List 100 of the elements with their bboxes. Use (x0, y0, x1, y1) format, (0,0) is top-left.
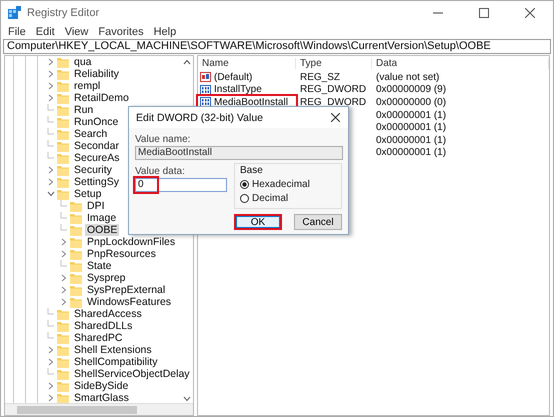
tree-item[interactable]: rempl (72, 80, 102, 92)
expand-icon[interactable] (48, 394, 54, 402)
value-name[interactable]: InstallType (214, 84, 262, 96)
folder-icon (57, 356, 69, 368)
tree-item[interactable]: SettingSy (72, 176, 121, 188)
tree-item[interactable]: Run (72, 104, 96, 116)
dialog-button[interactable]: OK (234, 214, 282, 230)
maximize-icon[interactable] (479, 8, 489, 18)
tree-item[interactable]: RunOnce (72, 116, 120, 128)
radio-button[interactable] (240, 194, 249, 203)
tree-item[interactable]: Shell Extensions (72, 344, 154, 356)
menu-item[interactable]: Edit (30, 26, 60, 38)
expand-icon[interactable] (48, 166, 54, 174)
folder-icon (57, 140, 69, 152)
folder-icon (57, 128, 69, 140)
menu-item[interactable]: Help (148, 26, 182, 38)
tree-item[interactable]: DPI (85, 200, 107, 212)
expand-icon[interactable] (48, 82, 54, 90)
tree-item[interactable]: PnpResources (85, 248, 158, 260)
tree-item[interactable]: SharedPC (72, 332, 124, 344)
menu-item[interactable]: Favorites (93, 26, 149, 38)
dialog-title: Edit DWORD (32-bit) Value (136, 112, 264, 124)
folder-icon (57, 68, 69, 80)
folder-icon (57, 92, 69, 104)
tree-item[interactable]: Setup (72, 188, 104, 200)
tree-item[interactable]: OOBE (85, 224, 120, 236)
expand-icon[interactable] (48, 94, 54, 102)
expand-icon[interactable] (61, 274, 67, 282)
expand-icon[interactable] (48, 382, 54, 390)
dialog-button[interactable]: Cancel (294, 214, 342, 230)
tree-item[interactable]: SideBySide (72, 380, 130, 392)
radio-option[interactable]: Hexadecimal (240, 179, 336, 190)
tree-item[interactable]: SecureAs (72, 152, 122, 164)
column-header[interactable]: Data (372, 58, 549, 68)
folder-icon (70, 236, 82, 248)
collapse-icon[interactable] (47, 191, 55, 197)
tree-item[interactable]: SysPrepExternal (85, 284, 168, 296)
tree-item[interactable]: PnpLockdownFiles (85, 236, 178, 248)
value-type: REG_SZ (299, 72, 342, 83)
folder-icon (57, 188, 69, 200)
column-header[interactable]: Name (198, 58, 296, 68)
close-icon[interactable] (331, 113, 340, 122)
expand-icon[interactable] (48, 346, 54, 354)
tree-item[interactable]: Sysprep (85, 272, 128, 284)
app-icon (7, 6, 21, 20)
tree-item[interactable]: Secondar (72, 140, 121, 152)
folder-icon (70, 212, 82, 224)
value-name[interactable]: (Default) (214, 72, 252, 83)
folder-icon (70, 296, 82, 308)
expand-icon[interactable] (48, 358, 54, 366)
folder-icon (57, 176, 69, 188)
radio-option[interactable]: Decimal (240, 193, 336, 204)
value-name-field[interactable]: MediaBootInstall (135, 146, 343, 160)
menu-item[interactable]: View (60, 26, 94, 38)
value-data-field[interactable]: 0 (135, 178, 227, 192)
close-icon[interactable] (525, 8, 535, 18)
folder-icon (57, 104, 69, 116)
tree-item[interactable]: Reliability (72, 68, 121, 80)
expand-icon[interactable] (61, 238, 67, 246)
expand-icon[interactable] (61, 286, 67, 294)
expand-icon[interactable] (48, 58, 54, 66)
expand-icon[interactable] (61, 298, 67, 306)
expand-icon[interactable] (48, 178, 54, 186)
folder-icon (57, 56, 69, 68)
tree-item[interactable]: Image (85, 212, 118, 224)
tree-item[interactable]: qua (72, 56, 94, 68)
expand-icon[interactable] (61, 250, 67, 258)
folder-icon (70, 200, 82, 212)
column-header[interactable]: Type (296, 58, 372, 68)
value-name[interactable]: MediaBootInstall (214, 96, 288, 108)
tree-item[interactable]: RetailDemo (72, 92, 131, 104)
tree-item[interactable]: Security (72, 164, 114, 176)
binary-value-icon (200, 84, 211, 95)
folder-icon (57, 164, 69, 176)
folder-icon (70, 284, 82, 296)
tree-item[interactable]: ShellCompatibility (72, 356, 160, 368)
scroll-down-icon[interactable] (183, 396, 191, 402)
tree-item[interactable]: SharedDLLs (72, 320, 134, 332)
scroll-up-icon[interactable] (183, 59, 191, 65)
folder-icon (70, 224, 82, 236)
value-data: 0x00000001 (1) (375, 134, 448, 146)
radio-button[interactable] (240, 180, 249, 189)
tree-item[interactable]: SmartGlass (72, 392, 131, 404)
value-type: REG_DWORD (299, 84, 368, 96)
tree-item[interactable]: SharedAccess (72, 308, 144, 320)
tree-item[interactable]: State (85, 260, 114, 272)
tree-item[interactable]: ShellServiceObjectDelay (72, 368, 192, 380)
expand-icon[interactable] (48, 70, 54, 78)
tree-item[interactable]: WindowsFeatures (85, 296, 174, 308)
value-data: 0x00000001 (1) (375, 110, 448, 121)
window-title: Registry Editor (27, 7, 100, 19)
value-data: 0x00000009 (9) (375, 84, 448, 96)
folder-icon (57, 380, 69, 392)
tree-item[interactable]: Search (72, 128, 110, 140)
folder-icon (70, 248, 82, 260)
folder-icon (57, 320, 69, 332)
menu-item[interactable]: File (3, 26, 31, 38)
horizontal-scrollbar[interactable] (5, 403, 193, 415)
folder-icon (57, 332, 69, 344)
text-value-icon (200, 72, 211, 82)
